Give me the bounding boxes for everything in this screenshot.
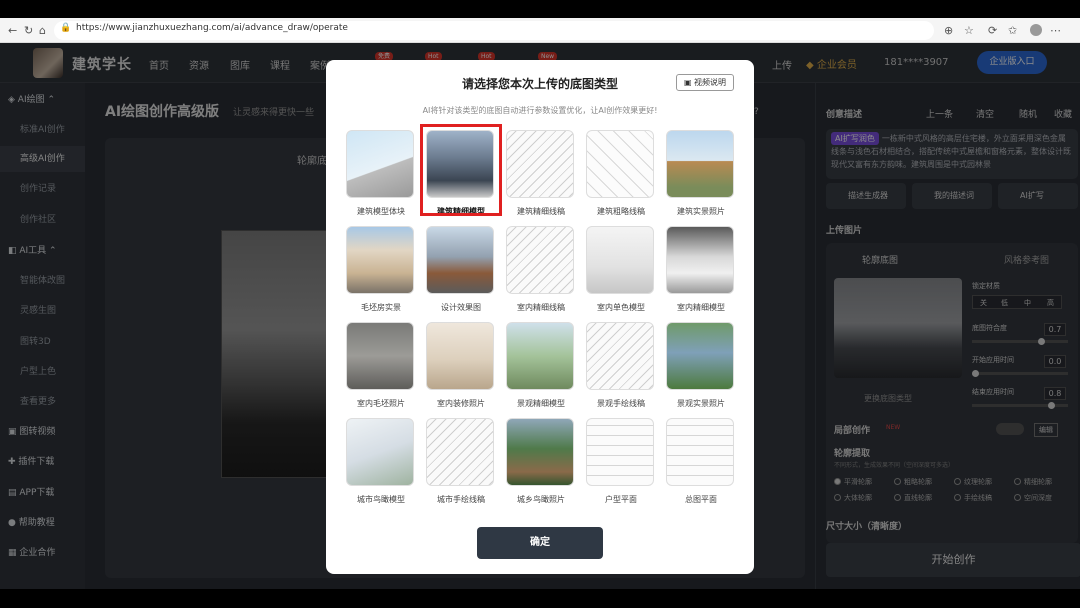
modal-subtitle: AI将针对该类型的底图自动进行参数设置优化，让AI创作效果更好! [422,106,658,115]
base-type-option[interactable]: 建筑实景照片 [666,130,736,216]
favorites-icon[interactable]: ✩ [1008,22,1017,39]
base-type-label: 建筑精细线稿 [517,207,565,216]
video-icon: ▣ [683,78,695,87]
video-help-label: 视频说明 [694,78,727,87]
base-type-thumbnail [666,130,734,198]
zoom-icon[interactable]: ⊕ [944,22,953,39]
base-type-label: 城乡鸟瞰照片 [517,495,565,504]
base-type-option[interactable]: 建筑精细线稿 [506,130,576,216]
base-type-thumbnail [506,418,574,486]
base-type-thumbnail [346,322,414,390]
base-type-option[interactable]: 户型平面 [586,418,656,504]
base-type-label: 城市手绘线稿 [437,495,485,504]
address-bar[interactable]: 🔒 https://www.jianzhuxuezhang.com/ai/adv… [54,21,934,40]
base-type-option[interactable]: 室内精细模型 [666,226,736,312]
base-type-label: 建筑模型体块 [357,207,405,216]
base-type-option[interactable]: 室内毛坯照片 [346,322,416,408]
base-type-option[interactable]: 城市鸟瞰模型 [346,418,416,504]
base-type-thumbnail [586,130,654,198]
extensions-icon[interactable]: ⟳ [988,22,997,39]
base-type-thumbnail [426,418,494,486]
base-type-label: 户型平面 [605,495,637,504]
base-type-thumbnail [506,130,574,198]
base-type-thumbnail [586,322,654,390]
base-type-thumbnail [506,226,574,294]
base-type-label: 景观手绘线稿 [597,399,645,408]
base-type-option[interactable]: 景观手绘线稿 [586,322,656,408]
base-type-thumbnail [346,130,414,198]
base-type-thumbnail [666,226,734,294]
base-type-option[interactable]: 建筑精细模型 [420,124,502,216]
base-type-label: 景观实景照片 [677,399,725,408]
base-type-label: 室内单色模型 [597,303,645,312]
base-type-option[interactable]: 建筑模型体块 [346,130,416,216]
base-type-label: 室内毛坯照片 [357,399,405,408]
base-type-modal: 请选择您本次上传的底图类型 ▣ 视频说明 AI将针对该类型的底图自动进行参数设置… [326,60,754,574]
more-icon[interactable]: ⋯ [1050,22,1061,39]
base-type-label: 建筑实景照片 [677,207,725,216]
base-type-option[interactable]: 总图平面 [666,418,736,504]
base-type-thumbnail [426,322,494,390]
home-icon[interactable]: ⌂ [39,22,46,39]
browser-toolbar: ← ↻ ⌂ 🔒 https://www.jianzhuxuezhang.com/… [0,18,1080,43]
base-type-option[interactable]: 城乡鸟瞰照片 [506,418,576,504]
base-type-thumbnail [666,418,734,486]
base-type-thumbnail [586,418,654,486]
screen: ← ↻ ⌂ 🔒 https://www.jianzhuxuezhang.com/… [0,0,1080,608]
video-help-button[interactable]: ▣ 视频说明 [676,74,734,91]
base-type-thumbnail [346,418,414,486]
base-type-thumbnail [506,322,574,390]
address-text: https://www.jianzhuxuezhang.com/ai/advan… [76,23,348,33]
base-type-label: 室内装修照片 [437,399,485,408]
base-type-option[interactable]: 室内精细线稿 [506,226,576,312]
base-type-thumbnail [586,226,654,294]
base-type-option[interactable]: 景观实景照片 [666,322,736,408]
confirm-button[interactable]: 确定 [477,527,603,559]
base-type-label: 建筑粗略线稿 [597,207,645,216]
base-type-label: 室内精细线稿 [517,303,565,312]
base-type-option[interactable]: 室内装修照片 [426,322,496,408]
base-type-thumbnail [426,226,494,294]
refresh-icon[interactable]: ↻ [24,22,33,39]
base-type-label: 设计效果图 [441,303,481,312]
base-type-thumbnail [666,322,734,390]
base-type-thumbnail [346,226,414,294]
base-type-option[interactable]: 建筑粗略线稿 [586,130,656,216]
base-type-option[interactable]: 景观精细模型 [506,322,576,408]
star-icon[interactable]: ☆ [964,22,974,39]
base-type-option[interactable]: 毛坯房实景 [346,226,416,312]
base-type-label: 总图平面 [685,495,717,504]
base-type-option[interactable]: 设计效果图 [426,226,496,312]
base-type-option[interactable]: 城市手绘线稿 [426,418,496,504]
lock-icon: 🔒 [60,23,72,33]
selection-highlight [420,124,502,216]
profile-avatar[interactable] [1030,24,1042,36]
base-type-label: 景观精细模型 [517,399,565,408]
base-type-label: 室内精细模型 [677,303,725,312]
back-icon[interactable]: ← [8,22,17,39]
base-type-label: 毛坯房实景 [361,303,401,312]
base-type-label: 城市鸟瞰模型 [357,495,405,504]
base-type-option[interactable]: 室内单色模型 [586,226,656,312]
